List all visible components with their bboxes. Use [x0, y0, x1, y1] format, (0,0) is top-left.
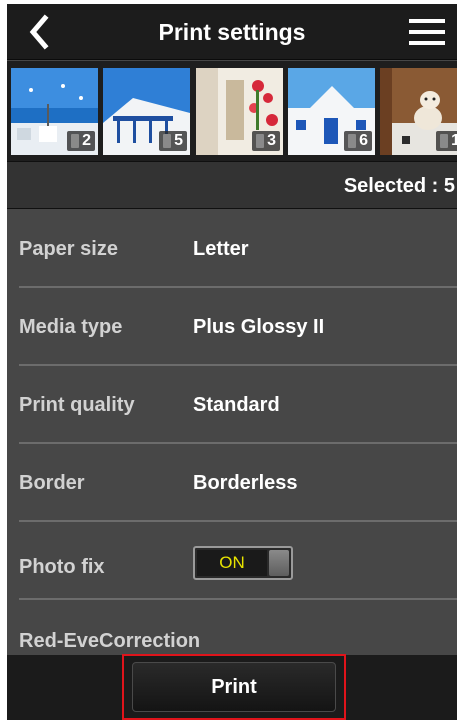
menu-button[interactable]: [405, 12, 449, 52]
setting-print-quality[interactable]: Print quality Standard: [7, 366, 457, 444]
setting-label: Paper size: [19, 238, 118, 260]
photo-count-badge: 2: [67, 131, 95, 151]
setting-media-type[interactable]: Media type Plus Glossy II: [7, 288, 457, 366]
selected-count-bar: Selected : 5: [7, 161, 457, 209]
photo-count-badge: 1: [436, 131, 457, 151]
back-button[interactable]: [21, 12, 61, 52]
thumbnail-strip[interactable]: 2 5 3 6 1: [7, 61, 457, 161]
print-button[interactable]: Print: [132, 662, 336, 712]
setting-value: Letter: [193, 238, 249, 260]
setting-label: Photo fix: [19, 556, 105, 578]
setting-value: Standard: [193, 394, 280, 416]
setting-paper-size[interactable]: Paper size Letter: [7, 210, 457, 288]
toggle-state-label: ON: [197, 550, 267, 576]
photo-count-badge: 3: [252, 131, 280, 151]
setting-photo-fix: Photo fix ON: [7, 522, 457, 600]
hamburger-menu-icon: [409, 19, 445, 45]
print-settings-screen: Print settings 2 5 3 6 1 Selected: 5 Pa…: [7, 4, 457, 720]
photo-fix-toggle[interactable]: ON: [193, 546, 293, 580]
thumbnail-photo[interactable]: 6: [288, 68, 375, 155]
setting-border[interactable]: Border Borderless: [7, 444, 457, 522]
setting-label: Media type: [19, 316, 123, 338]
settings-list[interactable]: Paper size Letter Media type Plus Glossy…: [7, 210, 457, 655]
header-bar: Print settings: [7, 4, 457, 60]
thumbnail-photo[interactable]: 1: [380, 68, 457, 155]
thumbnail-photo[interactable]: 5: [103, 68, 190, 155]
setting-red-eye-correction[interactable]: Red-EveCorrection: [7, 600, 457, 655]
setting-value: Borderless: [193, 472, 298, 494]
thumbnail-photo[interactable]: 2: [11, 68, 98, 155]
setting-label: Red-EveCorrection: [19, 630, 201, 652]
chevron-left-icon: [29, 14, 49, 50]
setting-value: Plus Glossy II: [193, 316, 325, 338]
setting-label: Border: [19, 472, 85, 494]
photo-count-badge: 5: [159, 131, 187, 151]
page-title: Print settings: [158, 19, 306, 45]
thumbnail-photo[interactable]: 3: [196, 68, 283, 155]
selected-count-label: Selected : 5: [343, 175, 455, 197]
footer-bar: Print: [7, 654, 457, 720]
toggle-knob: [269, 550, 289, 576]
setting-label: Print quality: [19, 394, 135, 416]
photo-count-badge: 6: [344, 131, 372, 151]
